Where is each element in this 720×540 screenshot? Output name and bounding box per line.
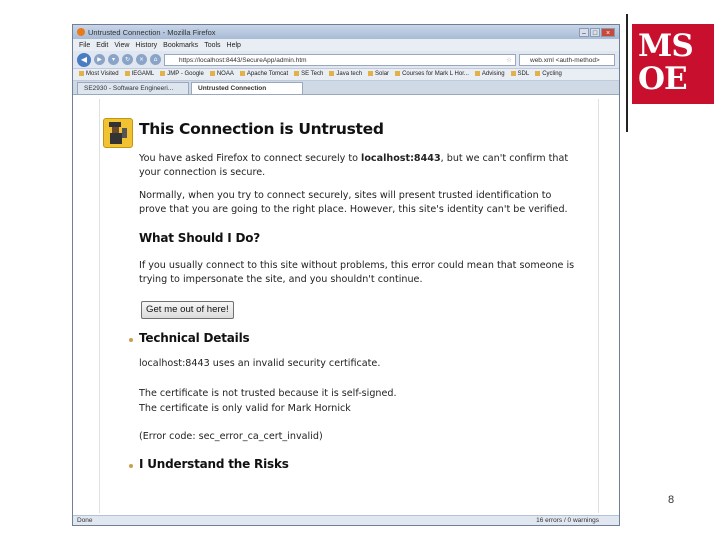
menu-view[interactable]: View (114, 42, 129, 49)
bookmarks-toolbar: Most Visited IEGAML JMP - Google NOAA Ap… (73, 69, 619, 81)
url-text: https://localhost:8443/SecureApp/admin.h… (179, 56, 307, 64)
menu-bookmarks[interactable]: Bookmarks (163, 42, 198, 49)
bookmark-item[interactable]: NOAA (210, 71, 234, 78)
bookmark-item[interactable]: SDL (511, 71, 530, 78)
bookmark-item[interactable]: IEGAML (125, 71, 155, 78)
minimize-button[interactable]: – (579, 27, 589, 37)
slide-number: 8 (668, 494, 675, 506)
title-bar: Untrusted Connection - Mozilla Firefox –… (73, 25, 619, 39)
search-text: web.xml <auth-method> (530, 56, 600, 64)
what-should-i-do-heading: What Should I Do? (139, 231, 261, 245)
menu-tools[interactable]: Tools (204, 42, 220, 49)
bookmark-item[interactable]: Most Visited (79, 71, 119, 78)
menu-history[interactable]: History (135, 42, 157, 49)
expand-bullet-icon (129, 464, 133, 468)
tab-untrusted-connection[interactable]: Untrusted Connection (191, 82, 303, 94)
status-text: Done (77, 517, 93, 524)
firefox-window: Untrusted Connection - Mozilla Firefox –… (72, 24, 620, 526)
get-me-out-button[interactable]: Get me out of here! (141, 301, 234, 319)
tech-detail-line: The certificate is not trusted because i… (139, 388, 397, 399)
bookmark-item[interactable]: Apache Tomcat (240, 71, 288, 78)
back-icon[interactable]: ◀ (77, 52, 91, 67)
intro-paragraph: You have asked Firefox to connect secure… (139, 153, 569, 178)
police-officer-warning-icon (103, 118, 133, 148)
home-icon[interactable]: ⌂ (150, 54, 161, 65)
bookmark-item[interactable]: Cycling (535, 71, 562, 78)
window-title: Untrusted Connection - Mozilla Firefox (88, 27, 216, 37)
menu-edit[interactable]: Edit (96, 42, 108, 49)
forward-icon[interactable]: ▶ (94, 54, 105, 65)
msoe-logo: MS OE (632, 24, 714, 104)
bookmark-item[interactable]: Courses for Mark L Hor... (395, 71, 469, 78)
bookmark-item[interactable]: Advising (475, 71, 505, 78)
stop-icon[interactable]: × (136, 54, 147, 65)
tab-se2930[interactable]: SE2930 - Software Engineeri... (77, 82, 189, 94)
technical-details-heading[interactable]: Technical Details (139, 331, 250, 345)
explanation-paragraph: Normally, when you try to connect secure… (139, 190, 568, 215)
status-bar: Done 16 errors / 0 warnings (73, 515, 619, 525)
logo-divider (626, 14, 628, 132)
bookmark-item[interactable]: JMP - Google (160, 71, 204, 78)
search-bar[interactable]: web.xml <auth-method> (519, 53, 615, 66)
page-content: This Connection is Untrusted You have as… (73, 95, 619, 516)
tech-detail-line: localhost:8443 uses an invalid security … (139, 358, 381, 369)
error-code-line: (Error code: sec_error_ca_cert_invalid) (139, 431, 323, 442)
menu-help[interactable]: Help (227, 42, 241, 49)
bookmark-star-icon[interactable]: ☆ (506, 55, 512, 66)
hostname: localhost:8443 (361, 153, 441, 164)
bookmark-item[interactable]: Solar (368, 71, 389, 78)
dropdown-icon[interactable]: ▾ (108, 54, 119, 65)
bookmark-item[interactable]: SE Tech (294, 71, 323, 78)
maximize-button[interactable]: □ (590, 27, 600, 37)
expand-bullet-icon (129, 338, 133, 342)
tech-detail-line: The certificate is only valid for Mark H… (139, 403, 351, 414)
reload-icon[interactable]: ↻ (122, 54, 133, 65)
slide: Untrusted Connection - Mozilla Firefox –… (0, 0, 720, 540)
url-bar[interactable]: https://localhost:8443/SecureApp/admin.h… (164, 53, 516, 66)
menu-bar: File Edit View History Bookmarks Tools H… (73, 39, 619, 51)
bookmark-item[interactable]: Java tech (329, 71, 362, 78)
close-button[interactable]: × (601, 27, 615, 37)
advice-paragraph: If you usually connect to this site with… (139, 260, 575, 285)
firefox-icon (77, 28, 85, 36)
navigation-toolbar: ◀ ▶ ▾ ↻ × ⌂ https://localhost:8443/Secur… (73, 51, 619, 69)
error-console-status[interactable]: 16 errors / 0 warnings (536, 516, 619, 525)
tab-strip: SE2930 - Software Engineeri... Untrusted… (73, 81, 619, 95)
page-title: This Connection is Untrusted (139, 120, 384, 138)
menu-file[interactable]: File (79, 42, 90, 49)
understand-risks-heading[interactable]: I Understand the Risks (139, 457, 289, 471)
